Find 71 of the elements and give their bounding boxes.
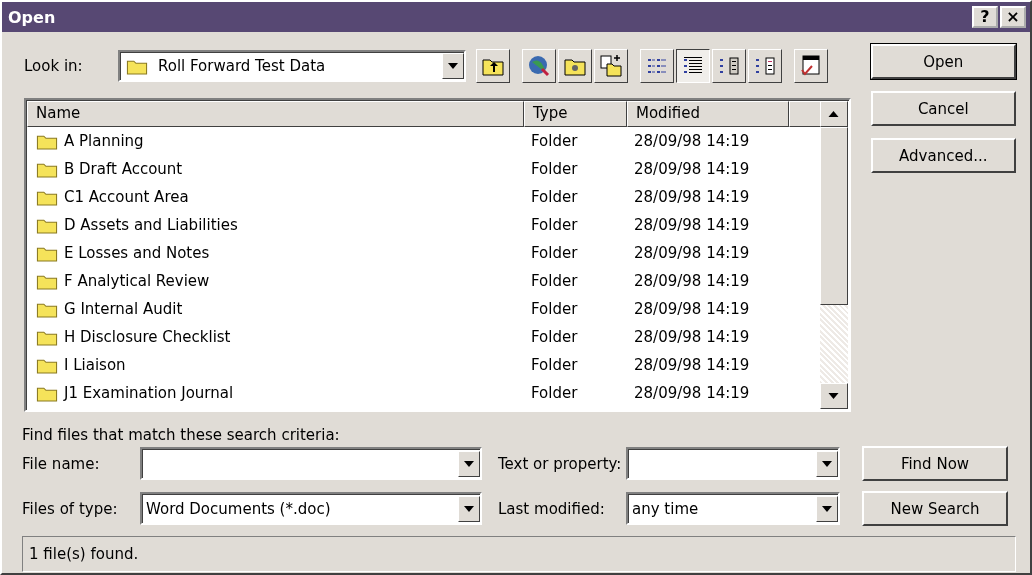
file-name[interactable]: J1 Examination Journal: [64, 384, 234, 402]
table-cell-text: Folder: [530, 328, 579, 346]
table-cell-text: 28/09/98 14:19: [633, 328, 751, 346]
file-name[interactable]: F Analytical Review: [64, 272, 210, 290]
table-cell-text: Folder: [530, 244, 579, 262]
add-folder-icon: [599, 54, 623, 78]
field-label: Last modified:: [497, 499, 606, 518]
file-name[interactable]: E Losses and Notes: [64, 244, 210, 262]
scroll-down-icon[interactable]: [819, 383, 848, 409]
table-cell-text: 28/09/98 14:19: [633, 132, 751, 150]
dropdown-field[interactable]: Word Documents (*.doc): [140, 492, 482, 525]
table-cell-text: Folder: [530, 160, 579, 178]
dropdown-field[interactable]: any time: [626, 492, 840, 525]
table-cell-text: Folder: [530, 300, 579, 318]
dropdown-field[interactable]: [140, 447, 482, 480]
file-name[interactable]: H Disclosure Checklist: [64, 328, 231, 346]
file-name[interactable]: A Planning: [64, 132, 144, 150]
search-button[interactable]: New Search: [862, 491, 1008, 526]
add-to-favorites-button[interactable]: [594, 49, 628, 83]
checklist-icon: [799, 54, 823, 78]
status-text: 1 file(s) found.: [29, 545, 139, 563]
table-cell-text: 28/09/98 14:19: [633, 216, 751, 234]
look-in-label: Look in:: [24, 57, 84, 75]
dialog-button[interactable]: Open: [870, 44, 1016, 79]
file-name[interactable]: G Internal Audit: [64, 300, 183, 318]
table-cell-text: 28/09/98 14:19: [633, 160, 751, 178]
scrollbar[interactable]: [819, 101, 848, 409]
search-heading: Find files that match these search criteria:: [22, 426, 341, 444]
search-web-button[interactable]: [522, 49, 556, 83]
column-header[interactable]: Type: [524, 101, 627, 127]
scroll-thumb[interactable]: [819, 127, 848, 305]
window-title: Open: [8, 7, 56, 27]
up-folder-button[interactable]: [476, 49, 510, 83]
field-label: File name:: [22, 454, 101, 473]
column-header[interactable]: Name: [27, 101, 524, 127]
favorites-button[interactable]: [558, 49, 592, 83]
table-cell-text: 28/09/98 14:19: [633, 188, 751, 206]
table-cell-text: Folder: [530, 188, 579, 206]
table-cell-text: Folder: [530, 132, 579, 150]
details-view-button[interactable]: [676, 49, 710, 83]
column-header[interactable]: Modified: [627, 101, 789, 127]
file-name[interactable]: I Liaison: [64, 356, 126, 374]
table-cell-text: 28/09/98 14:19: [633, 384, 751, 402]
file-name[interactable]: B Draft Account: [64, 160, 183, 178]
scroll-up-icon[interactable]: [819, 101, 848, 127]
properties-view-button[interactable]: [712, 49, 746, 83]
table-cell-text: Folder: [530, 216, 579, 234]
field-label: Text or property:: [497, 454, 620, 473]
dialog-button[interactable]: Advanced...: [870, 138, 1016, 173]
list-view-button[interactable]: [640, 49, 674, 83]
table-cell-text: Folder: [530, 356, 579, 374]
search-button[interactable]: Find Now: [862, 446, 1008, 481]
preview-view-button[interactable]: [748, 49, 782, 83]
commands-button[interactable]: [794, 49, 828, 83]
help-button[interactable]: ?: [972, 6, 998, 28]
column-header[interactable]: [789, 101, 823, 127]
look-in-dropdown[interactable]: Roll Forward Test Data: [118, 50, 466, 82]
field-label: Files of type:: [22, 499, 119, 518]
table-cell-text: 28/09/98 14:19: [633, 300, 751, 318]
file-name[interactable]: C1 Account Area: [64, 188, 189, 206]
table-cell-text: 28/09/98 14:19: [633, 272, 751, 290]
close-button[interactable]: ×: [1000, 6, 1026, 28]
table-cell-text: Folder: [530, 272, 579, 290]
preview-icon: [753, 54, 777, 78]
dialog-button[interactable]: Cancel: [870, 91, 1016, 126]
table-cell-text: Folder: [530, 384, 579, 402]
table-cell-text: 28/09/98 14:19: [633, 244, 751, 262]
file-name[interactable]: D Assets and Liabilities: [64, 216, 238, 234]
table-cell-text: 28/09/98 14:19: [633, 356, 751, 374]
dropdown-field[interactable]: [626, 447, 840, 480]
properties-icon: [717, 54, 741, 78]
